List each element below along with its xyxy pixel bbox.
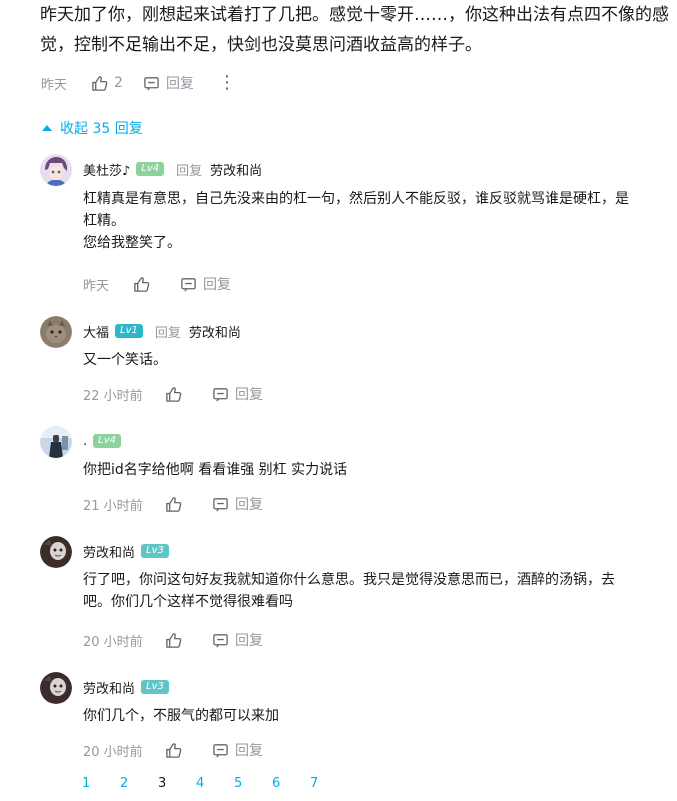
reply-content: 杠精真是有意思，自己先没来由的杠一句，然后别人不能反驳，谁反驳就骂谁是硬杠，是 …: [83, 188, 629, 254]
reply-label: 回复: [165, 76, 194, 92]
username[interactable]: 美杜莎♪: [83, 160, 130, 179]
username[interactable]: .: [83, 434, 87, 449]
username[interactable]: 劳改和尚: [83, 542, 135, 561]
level-badge: Lv3: [141, 544, 169, 558]
level-badge: Lv3: [141, 680, 169, 694]
parent-comment-text: 昨天加了你，刚想起来试着打了几把。感觉十零开……，你这种出法有点四不像的感 觉，…: [40, 0, 677, 60]
reply-time: 22 小时前: [83, 388, 143, 404]
reply-time: 昨天: [83, 278, 110, 294]
reply-actions: 21 小时前 回复: [83, 494, 263, 514]
level-badge: Lv4: [136, 162, 165, 176]
level-badge: Lv1: [115, 324, 143, 338]
comment-icon: [212, 386, 229, 403]
page-link[interactable]: 6: [272, 776, 310, 791]
avatar[interactable]: [40, 426, 72, 458]
reply-to-label: 回复: [154, 325, 181, 341]
username[interactable]: 大福: [83, 322, 109, 341]
page-link[interactable]: 1: [82, 776, 120, 791]
collapse-replies-button[interactable]: 收起 35 回复: [42, 118, 143, 138]
like-button[interactable]: [133, 276, 150, 293]
reply-label: 回复: [235, 743, 263, 759]
comment-icon: [212, 496, 229, 513]
avatar[interactable]: [40, 316, 72, 348]
like-button[interactable]: 2: [91, 75, 123, 92]
reply-content-line: 又一个笑话。: [83, 352, 167, 368]
reply-content-line: 你们几个，不服气的都可以来加: [83, 708, 279, 724]
reply-user-row: 劳改和尚 Lv3: [83, 540, 169, 562]
comment-time: 昨天: [41, 77, 68, 93]
comment-icon: [143, 75, 160, 92]
avatar[interactable]: [40, 536, 72, 568]
thumbs-up-icon: [91, 75, 108, 92]
reply-content: 你们几个，不服气的都可以来加: [83, 705, 279, 727]
reply-content-line: 杠精。: [83, 213, 125, 229]
reply-actions: 22 小时前 回复: [83, 384, 263, 404]
reply-actions: 20 小时前 回复: [83, 630, 263, 650]
parent-comment-line: 昨天加了你，刚想起来试着打了几把。感觉十零开……，你这种出法有点四不像的感: [40, 5, 669, 25]
reply-actions: 昨天 回复: [83, 274, 231, 294]
reply-content: 你把id名字给他啊 看看谁强 别杠 实力说话: [83, 459, 347, 481]
thumbs-up-icon: [133, 276, 150, 293]
reply-content: 又一个笑话。: [83, 349, 167, 371]
reply-button[interactable]: 回复: [212, 630, 263, 650]
comment-icon: [180, 276, 197, 293]
thumbs-up-icon: [165, 386, 182, 403]
current-page: 3: [158, 776, 167, 791]
collapse-replies-label: 收起 35 回复: [60, 121, 143, 137]
reply-label: 回复: [203, 277, 231, 293]
like-count: 2: [114, 75, 123, 91]
comment-icon: [212, 632, 229, 649]
page-link[interactable]: 2: [120, 776, 158, 791]
reply-label: 回复: [235, 633, 263, 649]
more-options-icon[interactable]: ⋮: [218, 73, 236, 93]
reply-user-row: 劳改和尚 Lv3: [83, 676, 169, 698]
like-button[interactable]: [165, 386, 182, 403]
thumbs-up-icon: [165, 496, 182, 513]
reply-label: 回复: [235, 497, 263, 513]
reply-time: 20 小时前: [83, 634, 143, 650]
like-button[interactable]: [165, 742, 182, 759]
reply-user-row: 大福 Lv1 回复 劳改和尚: [83, 320, 241, 342]
reply-button[interactable]: 回复: [143, 73, 194, 93]
reply-content: 行了吧，你问这句好友我就知道你什么意思。我只是觉得没意思而已，酒醉的汤锅，去 吧…: [83, 569, 615, 613]
triangle-up-icon: [42, 125, 52, 131]
reply-content-line: 杠精真是有意思，自己先没来由的杠一句，然后别人不能反驳，谁反驳就骂谁是硬杠，是: [83, 191, 629, 207]
avatar[interactable]: [40, 672, 72, 704]
username[interactable]: 劳改和尚: [83, 678, 135, 697]
thumbs-up-icon: [165, 742, 182, 759]
reply-to-label: 回复: [176, 163, 203, 179]
reply-user-row: 美杜莎♪ Lv4 回复 劳改和尚: [83, 158, 262, 180]
like-button[interactable]: [165, 632, 182, 649]
parent-comment-actions: 昨天 2 回复 ⋮: [41, 73, 236, 93]
pagination: 1 2 3 4 5 6 7: [82, 776, 348, 791]
reply-user-row: . Lv4: [83, 430, 121, 452]
comment-icon: [212, 742, 229, 759]
reply-content-line: 您给我整笑了。: [83, 235, 181, 251]
reply-label: 回复: [235, 387, 263, 403]
avatar[interactable]: [40, 154, 72, 186]
page-link[interactable]: 5: [234, 776, 272, 791]
reply-content-line: 吧。你们几个这样不觉得很难看吗: [83, 594, 293, 610]
thumbs-up-icon: [165, 632, 182, 649]
reply-time: 21 小时前: [83, 498, 143, 514]
reply-actions: 20 小时前 回复: [83, 740, 263, 760]
reply-target-username[interactable]: 劳改和尚: [189, 322, 241, 341]
parent-comment-line: 觉，控制不足输出不足，快剑也没莫思问酒收益高的样子。: [40, 35, 482, 55]
reply-content-line: 你把id名字给他啊 看看谁强 别杠 实力说话: [83, 462, 348, 478]
reply-content-line: 行了吧，你问这句好友我就知道你什么意思。我只是觉得没意思而已，酒醉的汤锅，去: [83, 572, 615, 588]
like-button[interactable]: [165, 496, 182, 513]
reply-button[interactable]: 回复: [212, 740, 263, 760]
reply-button[interactable]: 回复: [212, 384, 263, 404]
page-link[interactable]: 7: [310, 776, 348, 791]
reply-button[interactable]: 回复: [212, 494, 263, 514]
reply-button[interactable]: 回复: [180, 274, 231, 294]
reply-target-username[interactable]: 劳改和尚: [210, 160, 262, 179]
reply-time: 20 小时前: [83, 744, 143, 760]
level-badge: Lv4: [93, 434, 121, 448]
page-link[interactable]: 4: [196, 776, 234, 791]
